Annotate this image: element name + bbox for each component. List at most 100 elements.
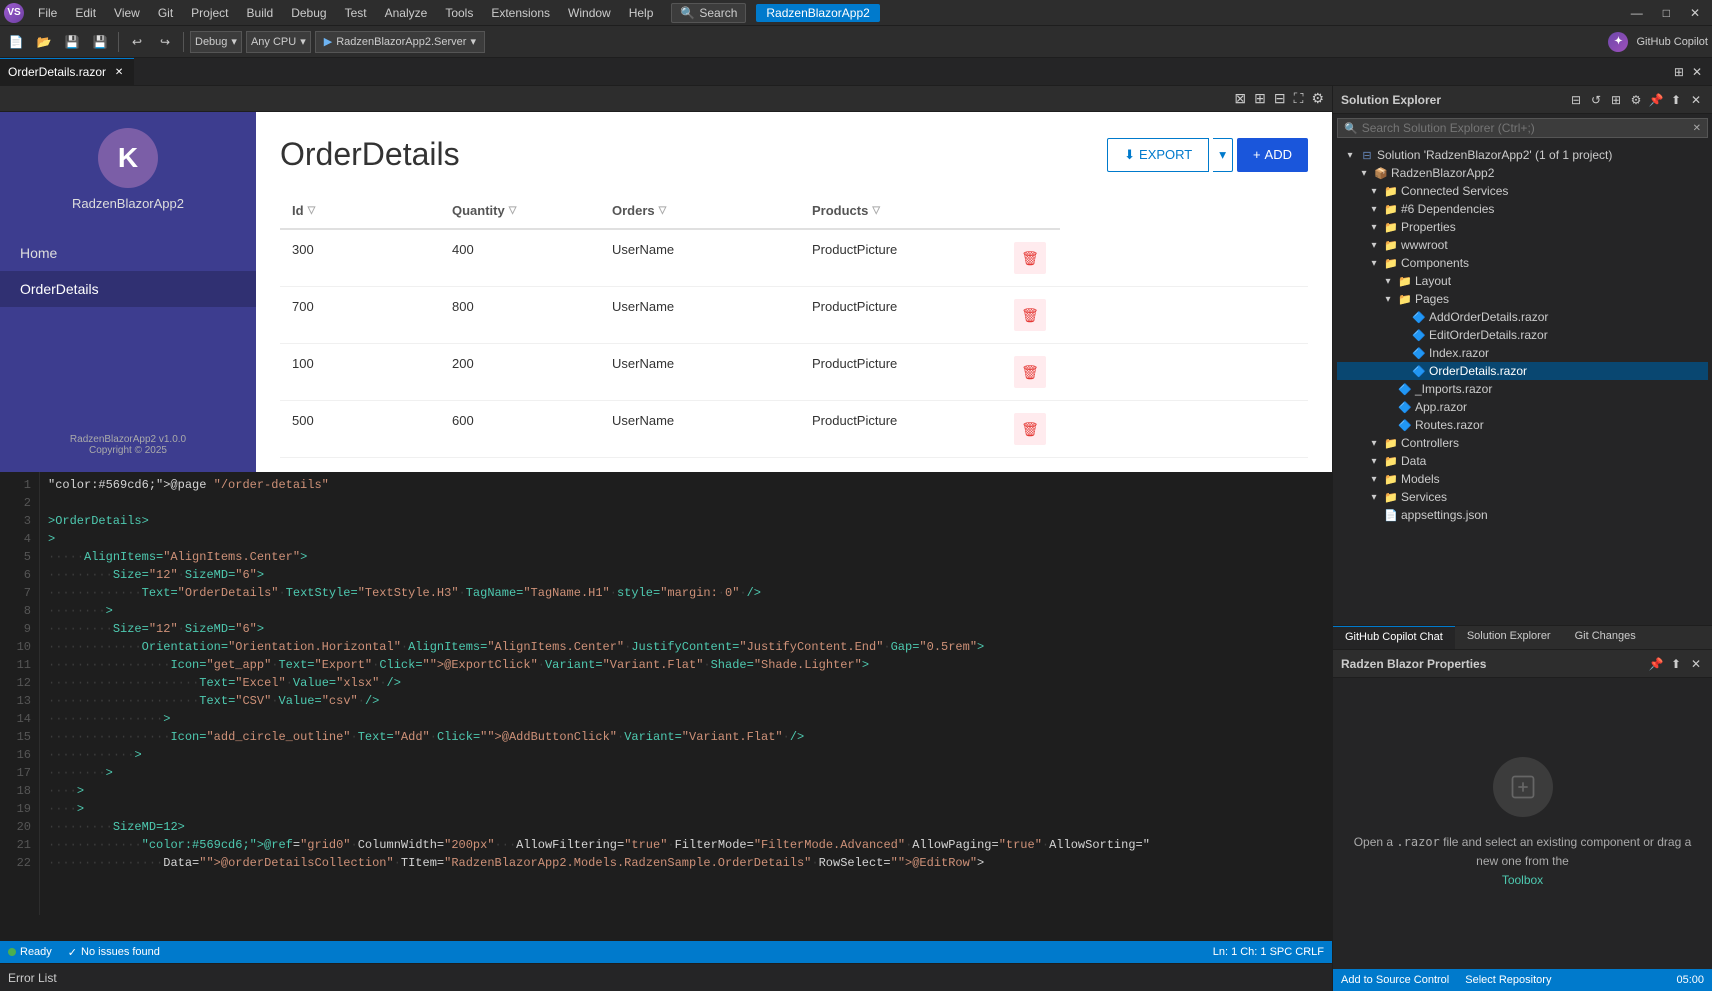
split-view-icon[interactable]: ⊞ — [1252, 88, 1268, 109]
code-view-icon[interactable]: ⊟ — [1272, 88, 1288, 109]
tab-solution-explorer[interactable]: Solution Explorer — [1455, 626, 1563, 649]
collapse-all-icon[interactable]: ⊟ — [1568, 92, 1584, 108]
tree-item-pages[interactable]: ▾ 📁 Pages — [1337, 290, 1708, 308]
code-line: ·········SizeMD=12> — [48, 818, 1324, 836]
clear-search-icon[interactable]: ✕ — [1693, 123, 1701, 134]
select-repository[interactable]: Select Repository — [1465, 974, 1551, 986]
chevron-down-icon: ▾ — [300, 35, 306, 48]
export-button[interactable]: ⬇ EXPORT — [1107, 138, 1209, 172]
expand-icon[interactable]: ⬆ — [1668, 92, 1684, 108]
close-properties-icon[interactable]: ✕ — [1688, 656, 1704, 672]
tab-github-copilot-chat[interactable]: GitHub Copilot Chat — [1333, 626, 1455, 649]
delete-row-button[interactable]: 🗑 — [1014, 299, 1046, 331]
full-screen-icon[interactable]: ⛶ — [1292, 88, 1306, 109]
tree-item-services[interactable]: ▾ 📁 Services — [1337, 488, 1708, 506]
table-row[interactable]: 100 200 UserName ProductPicture 🗑 — [280, 344, 1308, 401]
close-panel-icon[interactable]: ✕ — [1688, 92, 1704, 108]
tree-item-app-razor[interactable]: 🔷 App.razor — [1337, 398, 1708, 416]
solution-search-box[interactable]: 🔍 ✕ — [1337, 118, 1708, 138]
close-panel-icon[interactable]: ✕ — [1690, 63, 1704, 81]
new-file-button[interactable]: 📄 — [4, 30, 28, 54]
close-button[interactable]: ✕ — [1682, 4, 1708, 22]
menu-edit[interactable]: Edit — [67, 4, 104, 22]
solution-search-input[interactable] — [1362, 121, 1689, 135]
filter-qty-icon[interactable]: ▽ — [509, 205, 517, 216]
delete-row-button[interactable]: 🗑 — [1014, 413, 1046, 445]
file-tab-close-icon[interactable]: ✕ — [112, 65, 126, 79]
gear-icon[interactable]: ⚙ — [1628, 92, 1644, 108]
tree-item--6-dependencies[interactable]: ▾ 📁 #6 Dependencies — [1337, 200, 1708, 218]
menu-project[interactable]: Project — [183, 4, 236, 22]
tree-item-editorderdetails-razor[interactable]: 🔷 EditOrderDetails.razor — [1337, 326, 1708, 344]
menu-search[interactable]: 🔍 Search — [671, 3, 746, 23]
redo-button[interactable]: ↪ — [153, 30, 177, 54]
filter-id-icon[interactable]: ▽ — [308, 205, 316, 216]
menu-window[interactable]: Window — [560, 4, 619, 22]
delete-row-button[interactable]: 🗑 — [1014, 356, 1046, 388]
toolbox-link[interactable]: Toolbox — [1502, 873, 1543, 887]
tree-item-routes-razor[interactable]: 🔷 Routes.razor — [1337, 416, 1708, 434]
split-view-icon[interactable]: ⊞ — [1672, 63, 1686, 81]
table-row[interactable]: 300 400 UserName ProductPicture 🗑 — [280, 230, 1308, 287]
tree-item-components[interactable]: ▾ 📁 Components — [1337, 254, 1708, 272]
add-button[interactable]: + ADD — [1237, 138, 1308, 172]
menu-git[interactable]: Git — [150, 4, 181, 22]
menu-debug[interactable]: Debug — [283, 4, 334, 22]
tree-item-solution[interactable]: ▾ ⊟ Solution 'RadzenBlazorApp2' (1 of 1 … — [1337, 146, 1708, 164]
tree-item-connected-services[interactable]: ▾ 📁 Connected Services — [1337, 182, 1708, 200]
menu-build[interactable]: Build — [239, 4, 282, 22]
bottom-status-bar: Add to Source Control Select Repository … — [1333, 969, 1712, 991]
tree-item-data[interactable]: ▾ 📁 Data — [1337, 452, 1708, 470]
nav-item-home[interactable]: Home — [0, 235, 256, 271]
line-numbers: 12345678910111213141516171819202122 — [0, 472, 40, 915]
error-list[interactable]: Error List — [0, 963, 1332, 991]
file-tab-orderdetails[interactable]: OrderDetails.razor ✕ — [0, 58, 134, 86]
tree-item-project[interactable]: ▾ 📦 RadzenBlazorApp2 — [1337, 164, 1708, 182]
tree-item-controllers[interactable]: ▾ 📁 Controllers — [1337, 434, 1708, 452]
line-number: 18 — [8, 782, 31, 800]
menu-tools[interactable]: Tools — [437, 4, 481, 22]
tree-item-orderdetails-razor[interactable]: 🔷 OrderDetails.razor — [1337, 362, 1708, 380]
expand-properties-icon[interactable]: ⬆ — [1668, 656, 1684, 672]
minimize-button[interactable]: — — [1623, 4, 1651, 22]
pin-properties-icon[interactable]: 📌 — [1648, 656, 1664, 672]
tree-item-addorderdetails-razor[interactable]: 🔷 AddOrderDetails.razor — [1337, 308, 1708, 326]
menu-extensions[interactable]: Extensions — [483, 4, 558, 22]
menu-analyze[interactable]: Analyze — [377, 4, 436, 22]
save-all-button[interactable]: 💾 — [88, 30, 112, 54]
maximize-button[interactable]: □ — [1655, 4, 1678, 22]
design-view-icon[interactable]: ⊠ — [1232, 88, 1248, 109]
export-dropdown-button[interactable]: ▾ — [1213, 138, 1233, 172]
tree-item--imports-razor[interactable]: 🔷 _Imports.razor — [1337, 380, 1708, 398]
table-row[interactable]: 700 800 UserName ProductPicture 🗑 — [280, 287, 1308, 344]
tree-item-appsettings-json[interactable]: 📄 appsettings.json — [1337, 506, 1708, 524]
debug-config-dropdown[interactable]: Debug ▾ — [190, 31, 242, 53]
table-row[interactable]: 500 600 UserName ProductPicture 🗑 — [280, 401, 1308, 458]
code-editor[interactable]: 12345678910111213141516171819202122 "col… — [0, 472, 1332, 941]
refresh-icon[interactable]: ↺ — [1588, 92, 1604, 108]
filter-orders-icon[interactable]: ▽ — [659, 205, 667, 216]
menu-view[interactable]: View — [106, 4, 148, 22]
save-button[interactable]: 💾 — [60, 30, 84, 54]
undo-button[interactable]: ↩ — [125, 30, 149, 54]
menu-help[interactable]: Help — [621, 4, 662, 22]
pin-icon[interactable]: 📌 — [1648, 92, 1664, 108]
menu-test[interactable]: Test — [337, 4, 375, 22]
filter-icon[interactable]: ⊞ — [1608, 92, 1624, 108]
open-file-button[interactable]: 📂 — [32, 30, 56, 54]
code-lines[interactable]: "color:#569cd6;">@page "/order-details" … — [40, 472, 1332, 915]
tree-item-layout[interactable]: ▾ 📁 Layout — [1337, 272, 1708, 290]
filter-products-icon[interactable]: ▽ — [872, 205, 880, 216]
tree-item-models[interactable]: ▾ 📁 Models — [1337, 470, 1708, 488]
add-to-source-control[interactable]: Add to Source Control — [1341, 974, 1449, 986]
delete-row-button[interactable]: 🗑 — [1014, 242, 1046, 274]
platform-dropdown[interactable]: Any CPU ▾ — [246, 31, 311, 53]
menu-file[interactable]: File — [30, 4, 65, 22]
tree-item-wwwroot[interactable]: ▾ 📁 wwwroot — [1337, 236, 1708, 254]
nav-item-orderdetails[interactable]: OrderDetails — [0, 271, 256, 307]
tree-item-properties[interactable]: ▾ 📁 Properties — [1337, 218, 1708, 236]
settings-icon[interactable]: ⚙ — [1309, 88, 1326, 109]
tab-git-changes[interactable]: Git Changes — [1563, 626, 1648, 649]
tree-item-index-razor[interactable]: 🔷 Index.razor — [1337, 344, 1708, 362]
run-button[interactable]: ▶ RadzenBlazorApp2.Server ▾ — [315, 31, 485, 53]
